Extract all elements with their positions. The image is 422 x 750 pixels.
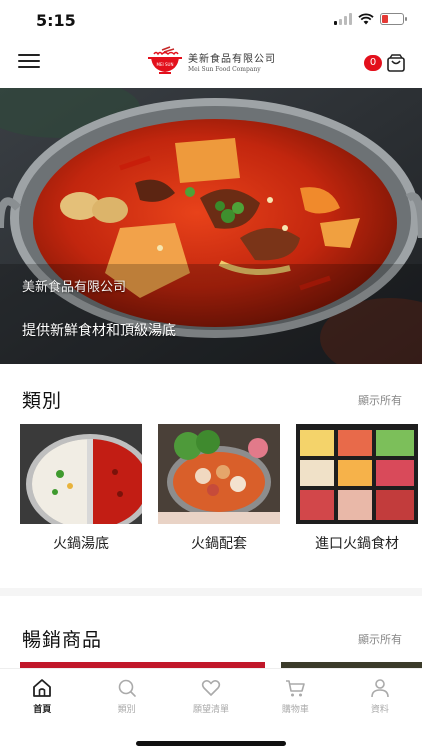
hotpot-logo-icon: MEI SUN bbox=[148, 46, 182, 74]
search-icon bbox=[118, 679, 136, 697]
section-divider bbox=[0, 588, 422, 596]
category-card-imported-ingredients[interactable]: 進口火鍋食材 bbox=[296, 424, 418, 554]
category-label: 火鍋配套 bbox=[191, 536, 247, 552]
battery-icon bbox=[380, 13, 407, 25]
status-icons bbox=[334, 13, 407, 25]
hotpot-set-image bbox=[158, 424, 280, 524]
status-time: 5:15 bbox=[36, 11, 76, 30]
tab-categories[interactable]: 類別 bbox=[84, 669, 168, 719]
categories-header: 類別 顯示所有 bbox=[22, 386, 402, 413]
tab-wishlist[interactable]: 願望清單 bbox=[169, 669, 253, 719]
signal-icon bbox=[334, 13, 352, 25]
wifi-icon bbox=[358, 13, 374, 25]
shopping-bag-icon bbox=[387, 54, 405, 72]
home-indicator[interactable] bbox=[136, 741, 286, 746]
company-logo[interactable]: MEI SUN 美新食品有限公司 Mei Sun Food Company bbox=[148, 46, 276, 76]
home-icon bbox=[33, 679, 52, 697]
heart-icon bbox=[201, 680, 221, 696]
tab-cart[interactable]: 購物車 bbox=[253, 669, 337, 719]
bestsellers-see-all-link[interactable]: 顯示所有 bbox=[358, 631, 402, 647]
header-cart-button[interactable]: 0 bbox=[364, 53, 406, 73]
cart-icon bbox=[286, 680, 306, 697]
tab-label: 願望清單 bbox=[193, 705, 230, 715]
hero-banner[interactable]: 美新食品有限公司 提供新鮮食材和頂級湯底 bbox=[0, 88, 422, 364]
hero-company-name: 美新食品有限公司 bbox=[22, 280, 127, 295]
tab-label: 類別 bbox=[117, 705, 136, 715]
logo-company-name: 美新食品有限公司 bbox=[188, 53, 276, 65]
tab-profile[interactable]: 資料 bbox=[338, 669, 422, 719]
category-label: 進口火鍋食材 bbox=[315, 536, 399, 552]
category-label: 火鍋湯底 bbox=[53, 536, 109, 552]
bestsellers-title: 暢銷商品 bbox=[22, 629, 103, 651]
svg-text:MEI SUN: MEI SUN bbox=[157, 62, 174, 67]
imported-ingredients-image bbox=[296, 424, 418, 524]
user-icon bbox=[371, 679, 389, 698]
categories-see-all-link[interactable]: 顯示所有 bbox=[358, 392, 402, 408]
tab-label: 購物車 bbox=[281, 705, 309, 715]
category-card-hotpot-set[interactable]: 火鍋配套 bbox=[158, 424, 280, 554]
tab-home[interactable]: 首頁 bbox=[0, 669, 84, 719]
category-card-soup-base[interactable]: 火鍋湯底 bbox=[20, 424, 142, 554]
categories-title: 類別 bbox=[22, 390, 63, 412]
app-header: MEI SUN 美新食品有限公司 Mei Sun Food Company 0 bbox=[0, 40, 422, 88]
soup-base-image bbox=[20, 424, 142, 524]
bestsellers-header: 暢銷商品 顯示所有 bbox=[22, 625, 402, 652]
status-bar: 5:15 bbox=[0, 0, 422, 40]
bottom-tab-bar: 首頁 類別 願望清單 購物車 資料 bbox=[0, 668, 422, 750]
tab-label: 資料 bbox=[370, 705, 389, 715]
tab-label: 首頁 bbox=[33, 705, 52, 715]
hero-slogan: 提供新鮮食材和頂級湯底 bbox=[22, 323, 176, 339]
category-list: 火鍋湯底 火鍋配套 進口火鍋食材 bbox=[20, 424, 422, 554]
logo-company-name-en: Mei Sun Food Company bbox=[188, 65, 261, 73]
cart-count-badge: 0 bbox=[364, 55, 382, 71]
menu-button[interactable] bbox=[18, 54, 40, 72]
